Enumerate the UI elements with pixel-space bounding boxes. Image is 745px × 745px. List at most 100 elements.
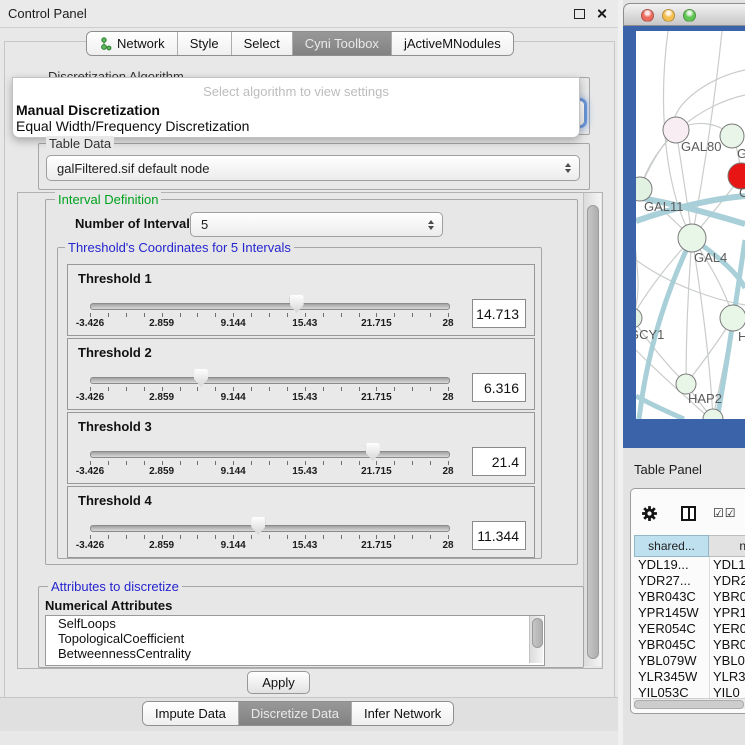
threshold-slider-track[interactable] <box>90 451 450 458</box>
threshold-value-field[interactable]: 21.4 <box>472 447 526 476</box>
slider-tick <box>108 313 109 317</box>
table-cell-shared-name[interactable]: YDR27... <box>634 573 709 589</box>
attributes-scrollbar-thumb[interactable] <box>532 618 543 648</box>
network-canvas[interactable]: GAL80GCGAL11GAL4GCY1HHAP2 <box>636 31 745 419</box>
table-row[interactable]: YDR27...YDR2 <box>634 573 745 589</box>
slider-tick <box>233 313 234 317</box>
table-cell-name[interactable]: YLR3 <box>709 669 745 685</box>
table-cell-shared-name[interactable]: YBL079W <box>634 653 709 669</box>
attribute-list-item[interactable]: TopologicalCoefficient <box>46 631 544 646</box>
popup-option-equal-width[interactable]: Equal Width/Frequency Discretization <box>16 118 249 134</box>
tab-jactivemnodules[interactable]: jActiveMNodules <box>391 32 513 55</box>
tab-discretize-data[interactable]: Discretize Data <box>238 702 351 725</box>
network-node[interactable] <box>636 308 642 328</box>
control-panel-title: Control Panel <box>8 6 87 21</box>
table-header-name[interactable]: n <box>709 535 745 557</box>
apply-button[interactable]: Apply <box>247 671 310 694</box>
slider-tick <box>376 387 377 391</box>
split-columns-icon[interactable] <box>681 506 696 521</box>
slider-tick <box>108 461 109 465</box>
tab-cyni-toolbox[interactable]: Cyni Toolbox <box>292 32 391 55</box>
threshold-value-field[interactable]: 6.316 <box>472 373 526 402</box>
table-cell-name[interactable]: YDR2 <box>709 573 745 589</box>
table-column-separator <box>709 557 710 698</box>
table-cell-shared-name[interactable]: YPR145W <box>634 605 709 621</box>
slider-tick <box>215 461 216 465</box>
table-data-combo[interactable]: galFiltered.sif default node <box>46 155 580 181</box>
slider-tick <box>359 461 360 465</box>
slider-tick <box>162 461 163 465</box>
threshold-slider-track[interactable] <box>90 377 450 384</box>
tab-style[interactable]: Style <box>177 32 231 55</box>
attribute-list-item[interactable]: BetweennessCentrality <box>46 646 544 661</box>
table-hscroll-thumb[interactable] <box>634 700 744 709</box>
mac-minimize-icon[interactable] <box>662 9 675 22</box>
threshold-slider-thumb[interactable] <box>251 517 265 535</box>
gear-icon[interactable] <box>641 505 658 522</box>
tab-impute-data[interactable]: Impute Data <box>143 702 238 725</box>
slider-tick <box>215 387 216 391</box>
network-node[interactable] <box>720 305 745 331</box>
threshold-slider-track[interactable] <box>90 303 450 310</box>
table-cell-shared-name[interactable]: YDL19... <box>634 557 709 573</box>
table-cell-shared-name[interactable]: YBR043C <box>634 589 709 605</box>
settings-vertical-scrollbar[interactable] <box>583 193 601 666</box>
numerical-attributes-list[interactable]: SelfLoopsTopologicalCoefficientBetweenne… <box>45 615 545 666</box>
threshold-slider-thumb[interactable] <box>290 295 304 313</box>
tab-infer-network[interactable]: Infer Network <box>351 702 453 725</box>
attribute-list-item[interactable]: SelfLoops <box>46 616 544 631</box>
network-node[interactable] <box>720 124 744 148</box>
threshold-value-field[interactable]: 14.713 <box>472 299 526 328</box>
tab-select[interactable]: Select <box>231 32 292 55</box>
table-cell-name[interactable]: YBR0 <box>709 589 745 605</box>
table-row[interactable]: YBR043CYBR0 <box>634 589 745 605</box>
slider-tick <box>251 313 252 317</box>
slider-tick <box>197 461 198 465</box>
slider-tick <box>126 461 127 465</box>
slider-tick <box>162 535 163 539</box>
table-row[interactable]: YBR045CYBR0 <box>634 637 745 653</box>
table-cell-name[interactable]: YIL0 <box>709 685 745 698</box>
tab-network[interactable]: Network <box>87 32 177 55</box>
network-node[interactable] <box>678 224 706 252</box>
float-window-icon[interactable] <box>574 9 585 19</box>
table-row[interactable]: YPR145WYPR1 <box>634 605 745 621</box>
slider-tick <box>90 387 91 391</box>
mac-zoom-icon[interactable] <box>683 9 696 22</box>
attributes-list-scrollbar[interactable] <box>529 616 543 663</box>
select-columns-checkboxes-icon[interactable]: ☑☑ <box>713 506 737 520</box>
table-cell-name[interactable]: YBR0 <box>709 637 745 653</box>
network-window-titlebar[interactable] <box>623 3 745 26</box>
table-row[interactable]: YBL079WYBL0 <box>634 653 745 669</box>
table-cell-shared-name[interactable]: YIL053C <box>634 685 709 698</box>
settings-scrollbar-thumb[interactable] <box>587 205 599 659</box>
table-header-shared[interactable]: shared... <box>634 535 709 557</box>
slider-tick <box>287 461 288 465</box>
table-horizontal-scrollbar[interactable] <box>633 698 745 709</box>
threshold-slider-thumb[interactable] <box>194 369 208 387</box>
table-cell-name[interactable]: YDL1 <box>709 557 745 573</box>
table-row[interactable]: YER054CYER0 <box>634 621 745 637</box>
tab-label: Infer Network <box>364 706 441 721</box>
table-row[interactable]: YDL19...YDL1 <box>634 557 745 573</box>
close-icon[interactable] <box>595 7 608 20</box>
popup-option-manual[interactable]: Manual Discretization <box>16 102 160 118</box>
table-cell-shared-name[interactable]: YER054C <box>634 621 709 637</box>
table-cell-shared-name[interactable]: YBR045C <box>634 637 709 653</box>
threshold-value-field[interactable]: 11.344 <box>472 521 526 550</box>
threshold-slider-track[interactable] <box>90 525 450 532</box>
table-cell-name[interactable]: YBL0 <box>709 653 745 669</box>
slider-tick <box>376 313 377 317</box>
table-cell-name[interactable]: YPR1 <box>709 605 745 621</box>
mac-close-icon[interactable] <box>641 9 654 22</box>
table-cell-name[interactable]: YER0 <box>709 621 745 637</box>
slider-tick <box>233 461 234 465</box>
table-row[interactable]: YLR345WYLR3 <box>634 669 745 685</box>
num-intervals-value: 5 <box>201 217 208 232</box>
table-cell-shared-name[interactable]: YLR345W <box>634 669 709 685</box>
num-intervals-combo[interactable]: 5 <box>190 212 443 237</box>
threshold-slider-thumb[interactable] <box>366 443 380 461</box>
slider-tick <box>448 461 449 465</box>
thresholds-group-title: Threshold's Coordinates for 5 Intervals <box>65 240 294 255</box>
table-row[interactable]: YIL053CYIL0 <box>634 685 745 698</box>
